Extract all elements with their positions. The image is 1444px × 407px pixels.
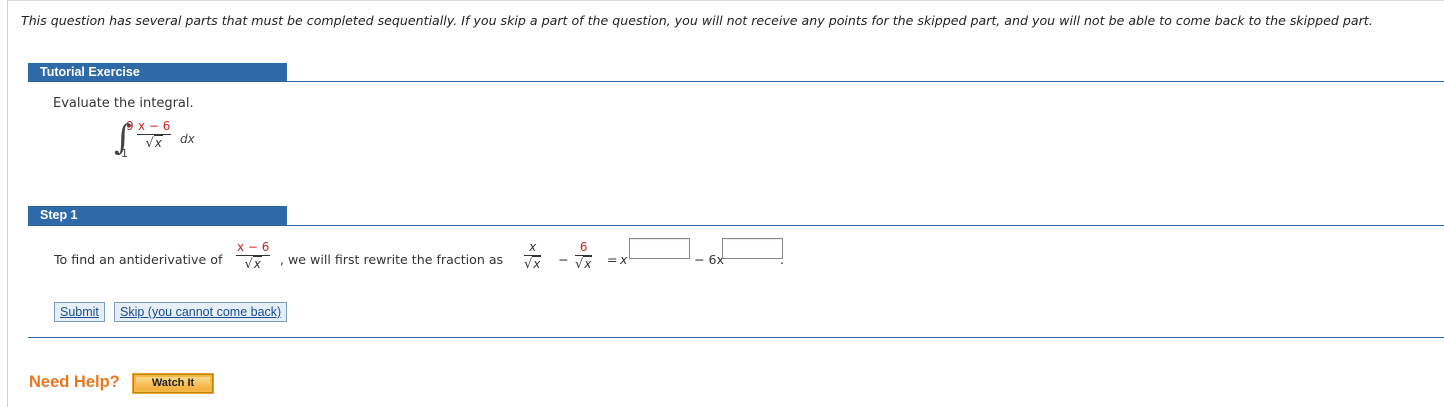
exponent-input-2[interactable] <box>722 238 783 259</box>
step1-rule <box>28 225 1444 226</box>
tutorial-prompt: Evaluate the integral. <box>53 96 194 111</box>
integral-expression: ∫ 9 1 x − 6 √x dx <box>112 118 232 163</box>
submit-button[interactable]: Submit <box>54 302 105 322</box>
second-term-coef: − 6x <box>694 252 725 267</box>
term2-fraction: 6 √x <box>575 241 593 272</box>
skip-button[interactable]: Skip (you cannot come back) <box>114 302 288 322</box>
sequential-notice: This question has several parts that mus… <box>21 13 1373 28</box>
integrand-radicand: x <box>153 135 163 150</box>
term1-numerator: x <box>524 241 542 256</box>
differential: dx <box>180 132 195 146</box>
top-divider <box>7 0 1444 1</box>
term2-denominator: √x <box>575 256 593 272</box>
watch-it-label: Watch It <box>136 377 210 390</box>
watch-it-button[interactable]: Watch It <box>132 373 214 394</box>
term1-fraction: x √x <box>524 241 542 272</box>
exponent-input-1[interactable] <box>629 238 690 259</box>
left-border <box>7 0 8 407</box>
base-x: x <box>620 252 628 267</box>
section-bottom-rule <box>28 337 1444 338</box>
integrand-fraction: x − 6 √x <box>137 119 172 151</box>
equals-sign: = <box>607 252 618 267</box>
question-frame: This question has several parts that mus… <box>0 0 1444 407</box>
sqrt-icon: √ <box>244 257 253 272</box>
lower-limit: 1 <box>121 147 128 160</box>
step1-fraction-denominator: √x <box>236 256 270 272</box>
minus-sign: − <box>558 252 569 267</box>
term1-denominator: √x <box>524 256 542 272</box>
step1-text-middle: , we will first rewrite the fraction as <box>280 252 504 267</box>
term2-radicand: x <box>583 256 593 271</box>
integrand-numerator: x − 6 <box>137 119 172 135</box>
step1-fraction-radicand: x <box>252 256 262 271</box>
term1-radicand: x <box>532 256 542 271</box>
tutorial-header: Tutorial Exercise <box>28 63 287 82</box>
step1-header: Step 1 <box>28 206 287 225</box>
step1-text-before: To find an antiderivative of <box>54 252 223 267</box>
sqrt-icon: √ <box>145 136 154 151</box>
term2-numerator: 6 <box>575 241 593 256</box>
upper-limit: 9 <box>126 119 134 133</box>
step1-fraction: x − 6 √x <box>236 240 271 272</box>
integrand-denominator: √x <box>137 135 171 151</box>
step1-fraction-numerator: x − 6 <box>236 240 271 256</box>
need-help-label: Need Help? <box>29 373 120 391</box>
end-period: . <box>780 252 785 267</box>
